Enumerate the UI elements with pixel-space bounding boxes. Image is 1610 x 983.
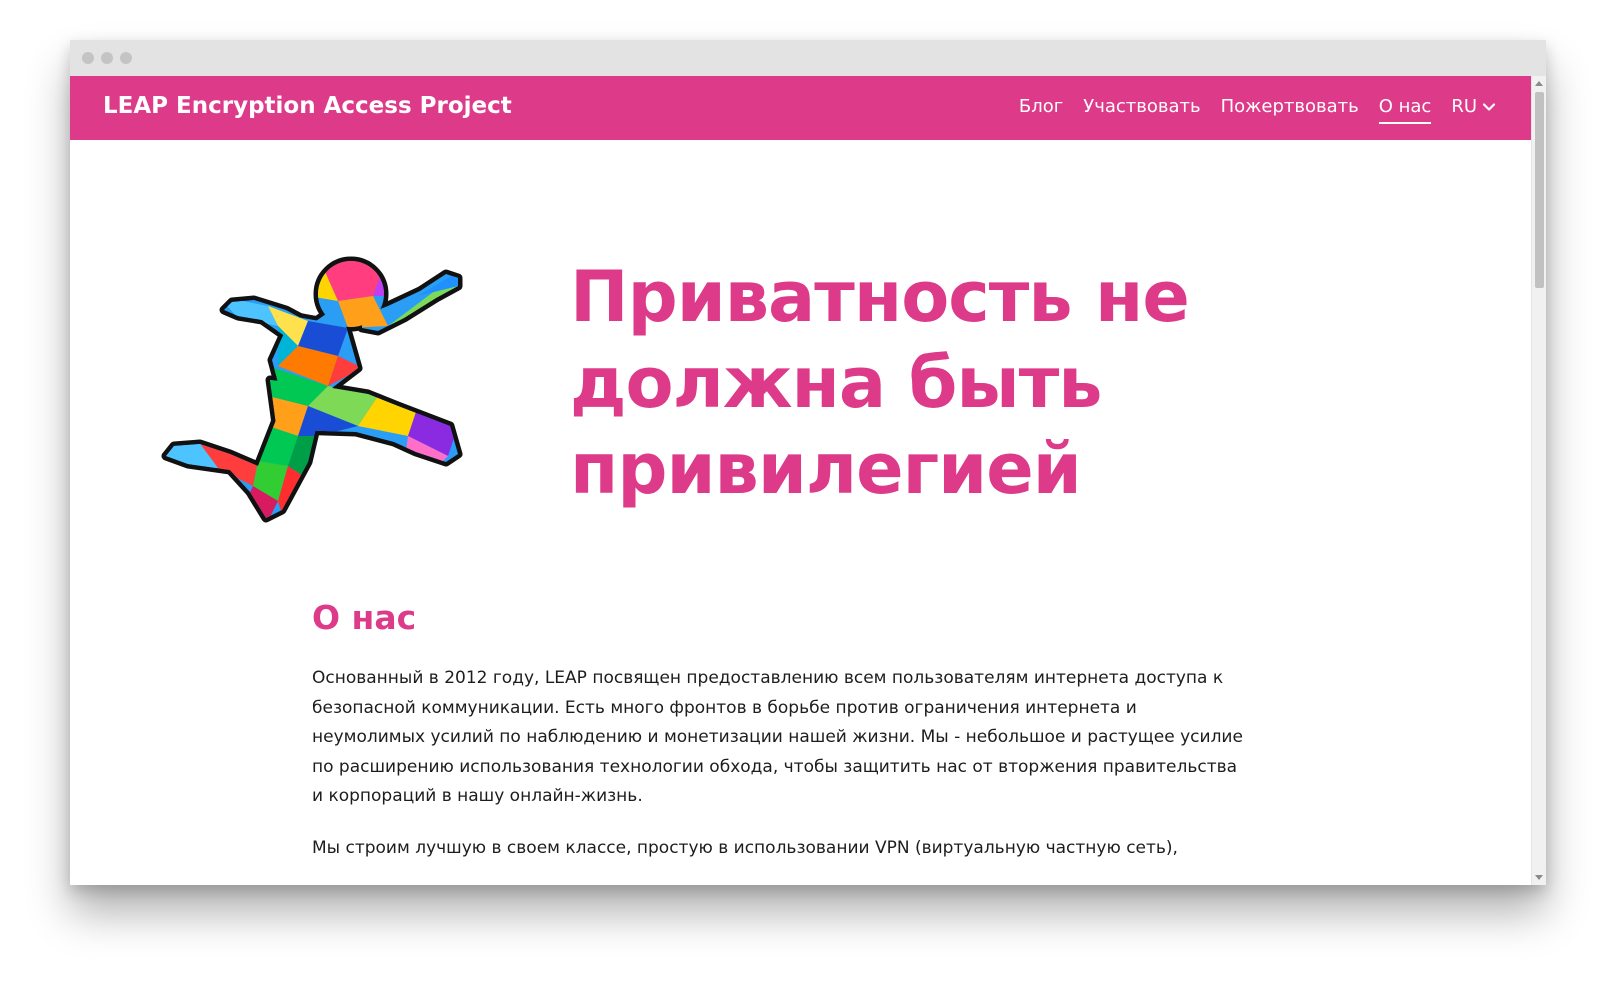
page-viewport: LEAP Encryption Access Project Блог Учас…: [70, 76, 1546, 885]
window-close-dot[interactable]: [82, 52, 94, 64]
figure-colors: [166, 261, 458, 518]
screen: LEAP Encryption Access Project Блог Учас…: [0, 0, 1610, 983]
site-header: LEAP Encryption Access Project Блог Учас…: [70, 76, 1531, 140]
about-paragraph-2: Мы строим лучшую в своем классе, простую…: [312, 838, 1178, 858]
about-heading: О нас: [312, 598, 417, 637]
browser-window: LEAP Encryption Access Project Блог Учас…: [70, 40, 1546, 885]
hero-illustration: [161, 256, 463, 523]
scroll-down-icon[interactable]: [1535, 875, 1543, 880]
nav-get-involved[interactable]: Участвовать: [1083, 96, 1200, 122]
window-titlebar: [70, 40, 1546, 76]
language-label: RU: [1451, 96, 1477, 117]
site-brand-link[interactable]: LEAP Encryption Access Project: [103, 93, 512, 119]
about-paragraph-1: Основанный в 2012 году, LEAP посвящен пр…: [312, 668, 1243, 806]
language-selector[interactable]: RU: [1451, 96, 1497, 122]
nav-donate[interactable]: Пожертвовать: [1221, 96, 1359, 122]
scroll-up-icon[interactable]: [1535, 81, 1543, 86]
scrollbar-thumb[interactable]: [1535, 92, 1544, 288]
hero-title: Приватность не должна быть привилегией: [570, 256, 1190, 510]
nav-blog[interactable]: Блог: [1019, 96, 1063, 122]
page-scrollbar[interactable]: [1531, 76, 1546, 885]
chevron-down-icon: [1482, 103, 1496, 111]
window-maximize-dot[interactable]: [120, 52, 132, 64]
main-nav: Блог Участвовать Пожертвовать О нас RU: [1019, 96, 1497, 126]
window-minimize-dot[interactable]: [101, 52, 113, 64]
nav-about[interactable]: О нас: [1378, 96, 1432, 124]
